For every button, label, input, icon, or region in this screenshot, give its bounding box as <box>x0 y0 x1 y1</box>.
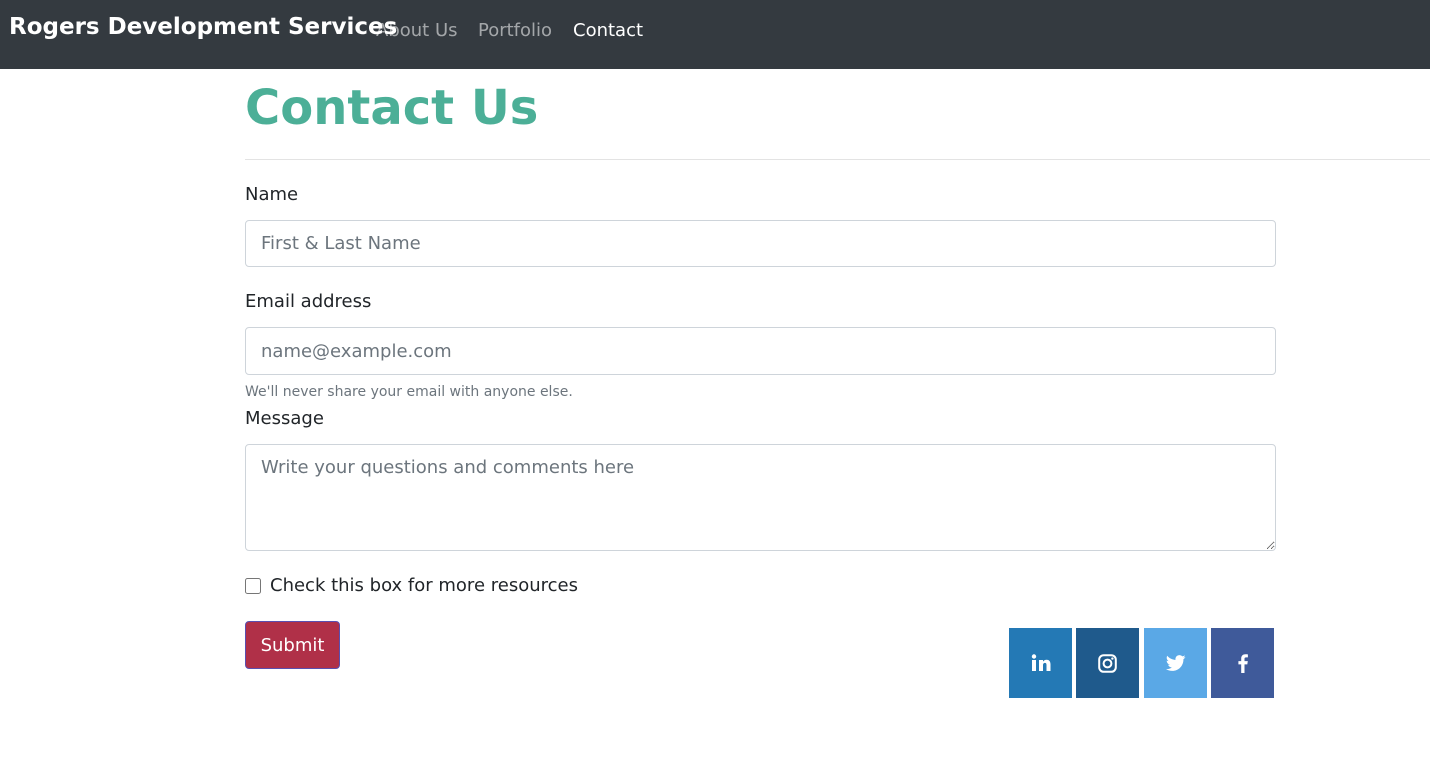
name-label: Name <box>245 184 299 205</box>
email-input[interactable] <box>245 327 1276 375</box>
instagram-button[interactable] <box>1076 628 1139 698</box>
nav-portfolio[interactable]: Portfolio <box>478 20 552 41</box>
page-title: Contact Us <box>245 80 539 136</box>
linkedin-button[interactable] <box>1009 628 1072 698</box>
instagram-icon <box>1098 653 1117 673</box>
brand-link[interactable]: Rogers Development Services <box>9 14 397 40</box>
navbar: Rogers Development Services About Us Por… <box>0 0 1430 69</box>
message-textarea[interactable] <box>245 444 1276 551</box>
title-divider <box>245 159 1430 160</box>
nav-about-us[interactable]: About Us <box>376 20 458 41</box>
submit-button[interactable]: Submit <box>245 621 340 669</box>
nav-contact[interactable]: Contact <box>573 20 643 41</box>
facebook-icon <box>1237 653 1248 673</box>
resources-checkbox-label[interactable]: Check this box for more resources <box>270 575 578 596</box>
email-label: Email address <box>245 291 372 312</box>
resources-checkbox-row: Check this box for more resources <box>245 575 578 596</box>
linkedin-icon <box>1031 654 1051 672</box>
email-help-text: We'll never share your email with anyone… <box>245 384 573 400</box>
message-label: Message <box>245 408 324 429</box>
facebook-button[interactable] <box>1211 628 1274 698</box>
twitter-icon <box>1165 655 1186 671</box>
resources-checkbox[interactable] <box>245 577 261 594</box>
name-input[interactable] <box>245 220 1276 267</box>
twitter-button[interactable] <box>1144 628 1207 698</box>
